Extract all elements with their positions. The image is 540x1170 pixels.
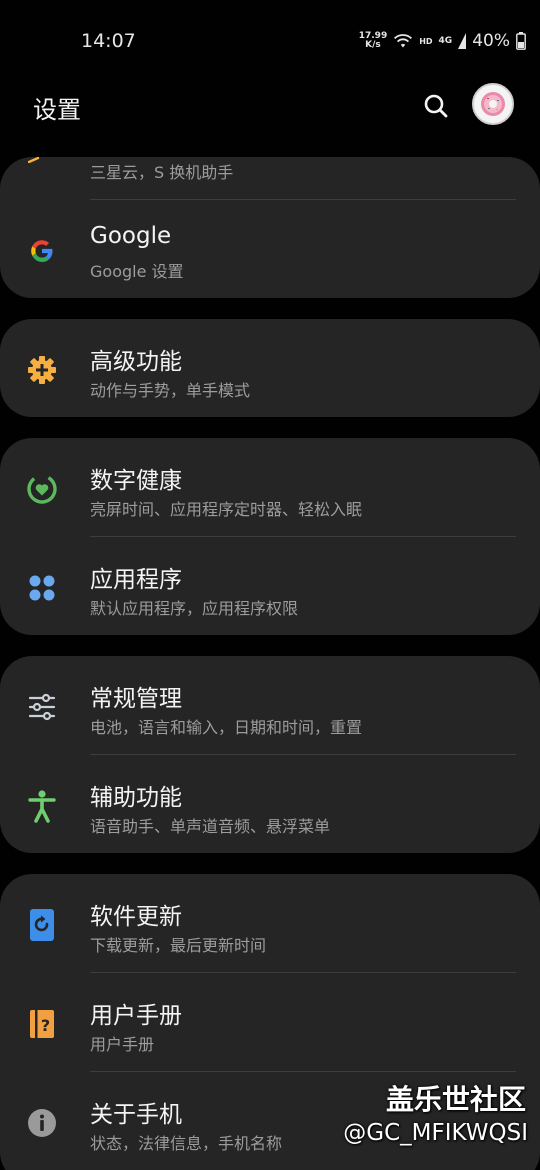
settings-item-subtitle: 状态，法律信息，手机名称	[90, 1134, 283, 1153]
avatar[interactable]	[472, 83, 514, 125]
watermark-brand: 盖乐世社区	[385, 1083, 526, 1116]
update-icon-wrap	[22, 905, 62, 945]
google-icon-wrap	[22, 231, 62, 271]
settings-item-accessibility[interactable]: 辅助功能 语音助手、单声道音频、悬浮菜单	[0, 755, 540, 853]
settings-item-general-management[interactable]: 常规管理 电池，语言和输入，日期和时间，重置	[0, 656, 540, 754]
settings-item-title: 应用程序	[90, 567, 182, 593]
svg-text:?: ?	[41, 1016, 50, 1035]
apps-icon-wrap	[22, 568, 62, 608]
advanced-icon-wrap	[22, 350, 62, 390]
settings-item-title: 高级功能	[90, 349, 182, 375]
sliders-icon	[28, 693, 56, 721]
google-icon	[31, 240, 53, 262]
apps-icon	[29, 575, 55, 601]
accessibility-icon-wrap	[22, 786, 62, 826]
status-time: 14:07	[81, 30, 136, 52]
settings-card-advanced: 高级功能 动作与手势，单手模式	[0, 319, 540, 417]
puzzle-gear-icon	[28, 356, 56, 384]
manual-icon-wrap: ?	[22, 1004, 62, 1044]
accessibility-icon	[28, 790, 56, 823]
settings-card-accounts: 三星云，S 换机助手 Google Google 设置	[0, 157, 540, 298]
settings-item-title: 关于手机	[90, 1102, 182, 1128]
status-icons: 17.99 K/s HD 4G 40%	[359, 30, 526, 52]
settings-item-digital-wellbeing[interactable]: 数字健康 亮屏时间、应用程序定时器、轻松入眠	[0, 438, 540, 536]
network-type: 4G	[438, 36, 453, 46]
network-speed: 17.99 K/s	[359, 32, 387, 50]
settings-item-subtitle: 电池，语言和输入，日期和时间，重置	[90, 718, 363, 737]
settings-item-subtitle: 动作与手势，单手模式	[90, 381, 251, 400]
settings-item-apps[interactable]: 应用程序 默认应用程序，应用程序权限	[0, 537, 540, 635]
settings-item-subtitle: 下载更新，最后更新时间	[90, 936, 267, 955]
header: 设置	[0, 80, 540, 150]
settings-item-google[interactable]: Google Google 设置	[0, 200, 540, 298]
user-manual-icon: ?	[30, 1010, 54, 1038]
battery-icon	[516, 32, 526, 50]
battery-percent: 40%	[472, 31, 510, 51]
watermark-username: @GC_MFIKWQSI	[343, 1120, 528, 1146]
search-icon	[424, 94, 448, 118]
hd-indicator: HD	[419, 36, 433, 46]
settings-item-title: 用户手册	[90, 1003, 182, 1029]
settings-card-wellbeing-apps: 数字健康 亮屏时间、应用程序定时器、轻松入眠 应用程序 默认应用程序，应用程序权…	[0, 438, 540, 635]
key-icon	[28, 157, 40, 163]
settings-item-title: 常规管理	[90, 686, 182, 712]
donut-avatar-icon	[481, 92, 505, 116]
search-button[interactable]	[420, 90, 452, 122]
general-icon-wrap	[22, 687, 62, 727]
settings-item-subtitle: 默认应用程序，应用程序权限	[90, 599, 299, 618]
settings-card-general: 常规管理 电池，语言和输入，日期和时间，重置 辅助功能 语音助手、单声道音频、悬…	[0, 656, 540, 853]
page-title: 设置	[33, 96, 81, 124]
settings-item-subtitle: 语音助手、单声道音频、悬浮菜单	[90, 817, 331, 836]
settings-item-subtitle: 亮屏时间、应用程序定时器、轻松入眠	[90, 500, 363, 519]
settings-item-advanced-features[interactable]: 高级功能 动作与手势，单手模式	[0, 319, 540, 417]
settings-item-subtitle: 用户手册	[90, 1035, 155, 1054]
accounts-subtitle: 三星云，S 换机助手	[90, 163, 234, 182]
wifi-icon	[394, 34, 413, 48]
wellbeing-icon-wrap	[22, 469, 62, 509]
software-update-icon	[30, 909, 54, 941]
settings-item-software-update[interactable]: 软件更新 下载更新，最后更新时间	[0, 874, 540, 972]
settings-item-title: 辅助功能	[90, 785, 182, 811]
about-icon-wrap	[22, 1103, 62, 1143]
settings-item-title: 数字健康	[90, 468, 182, 494]
settings-item-user-manual[interactable]: ? 用户手册 用户手册	[0, 973, 540, 1071]
network-speed-unit: K/s	[365, 40, 381, 50]
settings-item-title: 软件更新	[90, 904, 182, 930]
status-bar: 14:07 17.99 K/s HD 4G 40%	[0, 0, 540, 80]
settings-item-title: Google	[90, 223, 172, 249]
cell-signal-icon	[458, 33, 467, 49]
info-icon	[28, 1109, 56, 1137]
settings-item-subtitle: Google 设置	[90, 262, 184, 281]
digital-wellbeing-icon	[27, 474, 57, 504]
